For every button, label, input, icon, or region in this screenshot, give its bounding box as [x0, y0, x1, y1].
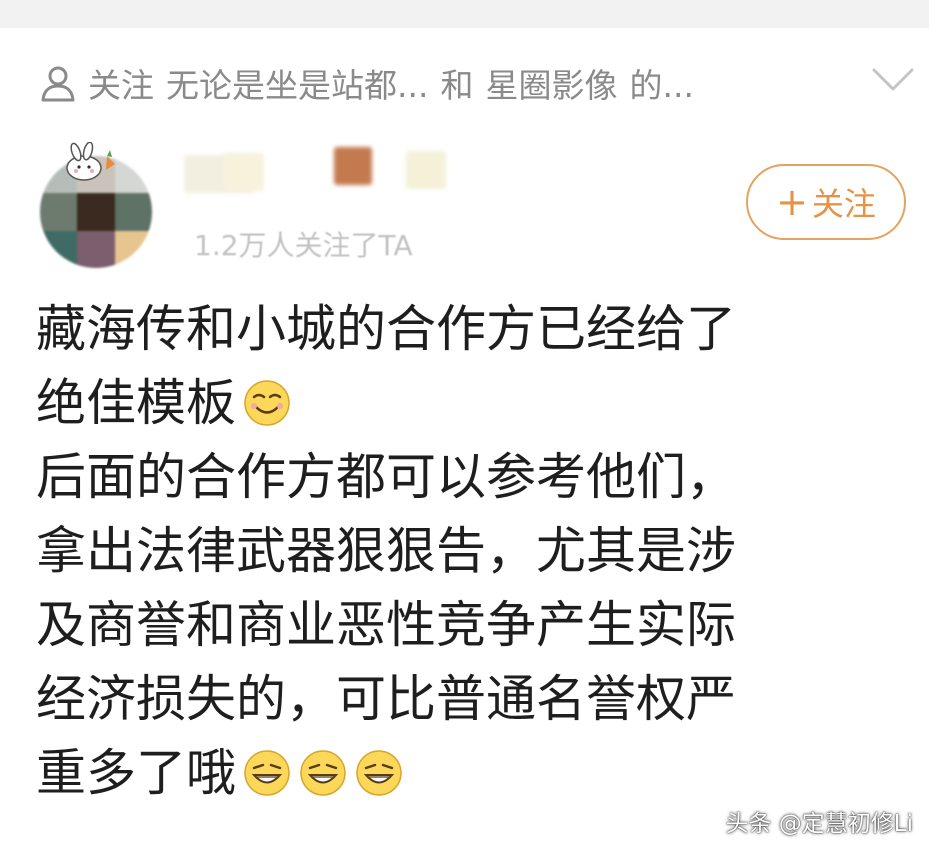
context-suffix: 的...	[629, 66, 694, 105]
context-account[interactable]: 星圈影像	[485, 59, 617, 107]
context-conjunction: 和	[440, 66, 474, 105]
post-line: 经济损失的，可比普通名誉权严	[36, 662, 916, 736]
post-line: 藏海传和小城的合作方已经给了	[36, 292, 916, 366]
smile-emoji-icon	[244, 380, 290, 426]
post-line-text: 拿出法律武器狠狠告，尤其是涉	[36, 522, 736, 580]
post-line-text: 及商誉和商业恶性竞争产生实际	[36, 596, 736, 654]
post-line-text: 经济损失的，可比普通名誉权严	[36, 670, 736, 728]
context-topic[interactable]: 无论是坐是站都...	[166, 59, 428, 107]
user-icon	[41, 66, 75, 102]
post-line: 重多了哦	[36, 736, 916, 810]
context-line[interactable]: 关注 无论是坐是站都... 和 星圈影像 的...	[38, 56, 868, 110]
plus-icon: +	[776, 180, 808, 224]
post-line-text: 后面的合作方都可以参考他们，	[36, 448, 736, 506]
context-follow-label: 关注	[88, 66, 154, 105]
post-line: 拿出法律武器狠狠告，尤其是涉	[36, 514, 916, 588]
post-line: 绝佳模板	[36, 366, 916, 440]
top-bar	[0, 0, 929, 28]
bunny-badge-icon	[66, 142, 115, 181]
post-line: 后面的合作方都可以参考他们，	[36, 440, 916, 514]
post-line-text: 藏海传和小城的合作方已经给了	[36, 300, 736, 358]
avatar[interactable]	[40, 142, 158, 270]
follow-button[interactable]: + 关注	[746, 164, 906, 240]
post-body: 藏海传和小城的合作方已经给了 绝佳模板 后面的合作方都可以参考他们， 拿出法律武…	[36, 292, 916, 810]
post-line: 及商誉和商业恶性竞争产生实际	[36, 588, 916, 662]
chevron-down-icon[interactable]	[871, 62, 915, 96]
watermark: 头条 @定慧初修Li	[725, 811, 913, 837]
followers-count: 1.2万人关注了TA	[194, 229, 413, 262]
follow-button-label: 关注	[811, 185, 876, 223]
author-name-blurred[interactable]	[184, 145, 474, 205]
post-line-text: 重多了哦	[36, 744, 236, 802]
post-line-text: 绝佳模板	[36, 374, 236, 432]
grin-emoji-icon	[300, 750, 346, 796]
grin-emoji-icon	[244, 750, 290, 796]
grin-emoji-icon	[356, 750, 402, 796]
